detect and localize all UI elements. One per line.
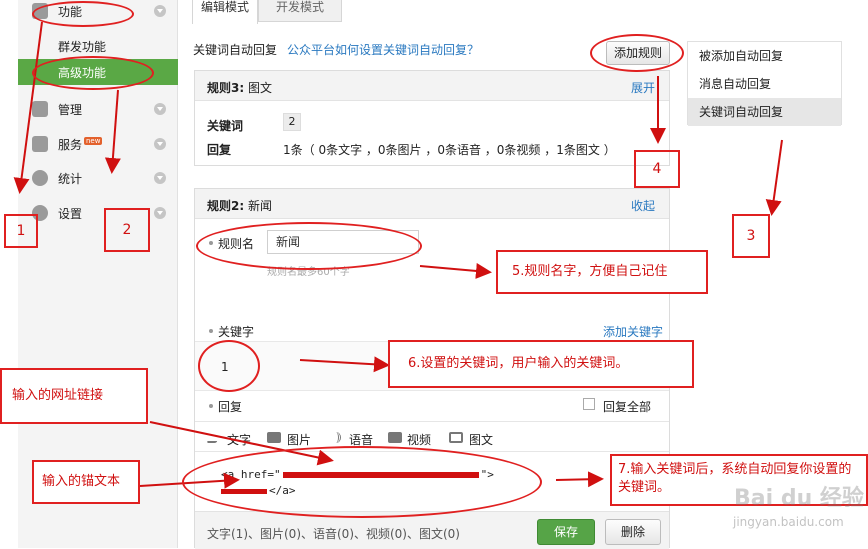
reply-toolbar: 文字 图片 语音 视频 图文 <box>195 421 669 451</box>
expand-link[interactable]: 展开 <box>631 79 655 96</box>
news-icon <box>449 432 463 443</box>
sidebar-item-service[interactable]: 服务 new <box>18 127 178 161</box>
reply-all-label: 回复全部 <box>603 400 652 414</box>
reply-all-checkbox[interactable] <box>583 398 595 410</box>
keyword-label: 关键字 <box>218 325 255 339</box>
delete-button[interactable]: 删除 <box>605 519 661 545</box>
keyword-label: 关键词 <box>207 119 244 133</box>
help-link[interactable]: 公众平台如何设置关键词自动回复？ <box>287 41 479 58</box>
sidebar-subitem-mass[interactable]: 群发功能 <box>58 38 106 55</box>
sidebar-item-label: 统计 <box>58 172 83 186</box>
chevron-down-icon <box>154 172 166 184</box>
bullet-dot <box>209 329 213 333</box>
reply-summary: 1条（ 0条文字 ，0条图片 ，0条语音 ，0条视频 ，1条图文 ） <box>283 143 616 157</box>
reply-type-list: 被添加自动回复 消息自动回复 关键词自动回复 <box>687 41 842 126</box>
reply-counts: 文字(1)、图片(0)、语音(0)、视频(0)、图文(0) <box>207 527 460 541</box>
sidebar-item-label: 管理 <box>58 103 83 117</box>
sidebar-item-manage[interactable]: 管理 <box>18 92 178 126</box>
watermark-logo: Bai du 经验 <box>734 486 864 511</box>
highlight-add-rule <box>590 34 684 72</box>
tab-dev-mode[interactable]: 开发模式 <box>258 0 342 22</box>
rule3-panel: 规则3: 图文 展开 关键词 2 回复 1条（ 0条文字 ，0条图片 ，0条语音… <box>194 70 670 166</box>
toolbar-news[interactable]: 图文 <box>469 431 493 448</box>
new-badge: new <box>84 137 103 145</box>
toolbar-video[interactable]: 视频 <box>407 431 431 448</box>
highlight-reply-text <box>182 446 542 518</box>
annotation-anchor: 输入的锚文本 <box>32 460 140 504</box>
rule3-title: 规则3: 图文 <box>207 79 272 96</box>
highlight-rule-name <box>196 222 422 270</box>
list-item-keyword-reply[interactable]: 关键词自动回复 <box>688 98 841 126</box>
annotation-keyword: 6.设置的关键词，用户输入的关键词。 <box>388 340 694 388</box>
toolbar-image[interactable]: 图片 <box>287 431 311 448</box>
reply-label: 回复 <box>218 400 243 414</box>
audio-icon <box>331 432 341 443</box>
sidebar-item-label: 设置 <box>58 207 83 221</box>
rule2-title-name: 新闻 <box>247 199 272 213</box>
rule2-footer: 文字(1)、图片(0)、语音(0)、视频(0)、图文(0) 保存 删除 <box>195 511 669 549</box>
annotation-url: 输入的网址链接 <box>0 368 148 424</box>
manage-icon <box>32 101 48 117</box>
keyword-value: 2 <box>283 113 301 131</box>
list-item-added-reply[interactable]: 被添加自动回复 <box>688 42 841 70</box>
chevron-down-icon <box>154 138 166 150</box>
sidebar-item-settings[interactable]: 设置 <box>18 196 178 230</box>
highlight-keyword <box>198 340 260 392</box>
rule3-header[interactable]: 规则3: 图文 展开 <box>195 71 669 101</box>
sidebar-item-label: 服务 <box>58 138 83 152</box>
save-button[interactable]: 保存 <box>537 519 595 545</box>
chevron-down-icon <box>154 5 166 17</box>
page-title: 关键词自动回复 <box>193 43 278 57</box>
watermark-url: jingyan.baidu.com <box>733 515 844 529</box>
service-icon <box>32 136 48 152</box>
rule2-header[interactable]: 规则2: 新闻 收起 <box>195 189 669 219</box>
chevron-down-icon <box>154 103 166 115</box>
reply-label: 回复 <box>207 143 232 157</box>
rule2-title: 规则2: 新闻 <box>207 197 272 214</box>
sidebar-item-stats[interactable]: 统计 <box>18 161 178 195</box>
video-icon <box>388 432 402 443</box>
rule3-title-prefix: 规则3: <box>207 81 245 95</box>
rule3-title-name: 图文 <box>247 81 272 95</box>
bullet-dot <box>209 404 213 408</box>
toolbar-text[interactable]: 文字 <box>227 431 251 448</box>
tab-edit-mode[interactable]: 编辑模式 <box>192 0 258 24</box>
rule2-title-prefix: 规则2: <box>207 199 245 213</box>
annotation-number-3: 3 <box>732 214 770 258</box>
highlight-advanced <box>32 56 154 90</box>
image-icon <box>267 432 281 443</box>
annotation-number-4: 4 <box>634 150 680 188</box>
chevron-down-icon <box>154 207 166 219</box>
annotation-rule-name: 5.规则名字，方便自己记住 <box>496 250 708 294</box>
annotation-number-2: 2 <box>104 208 150 252</box>
highlight-function <box>32 1 134 27</box>
add-keyword-link[interactable]: 添加关键字 <box>603 323 663 340</box>
collapse-link[interactable]: 收起 <box>631 197 655 214</box>
stats-icon <box>32 170 48 186</box>
list-item-message-reply[interactable]: 消息自动回复 <box>688 70 841 98</box>
annotation-number-1: 1 <box>4 214 38 248</box>
text-icon <box>206 432 222 443</box>
arrow-3 <box>765 139 783 216</box>
